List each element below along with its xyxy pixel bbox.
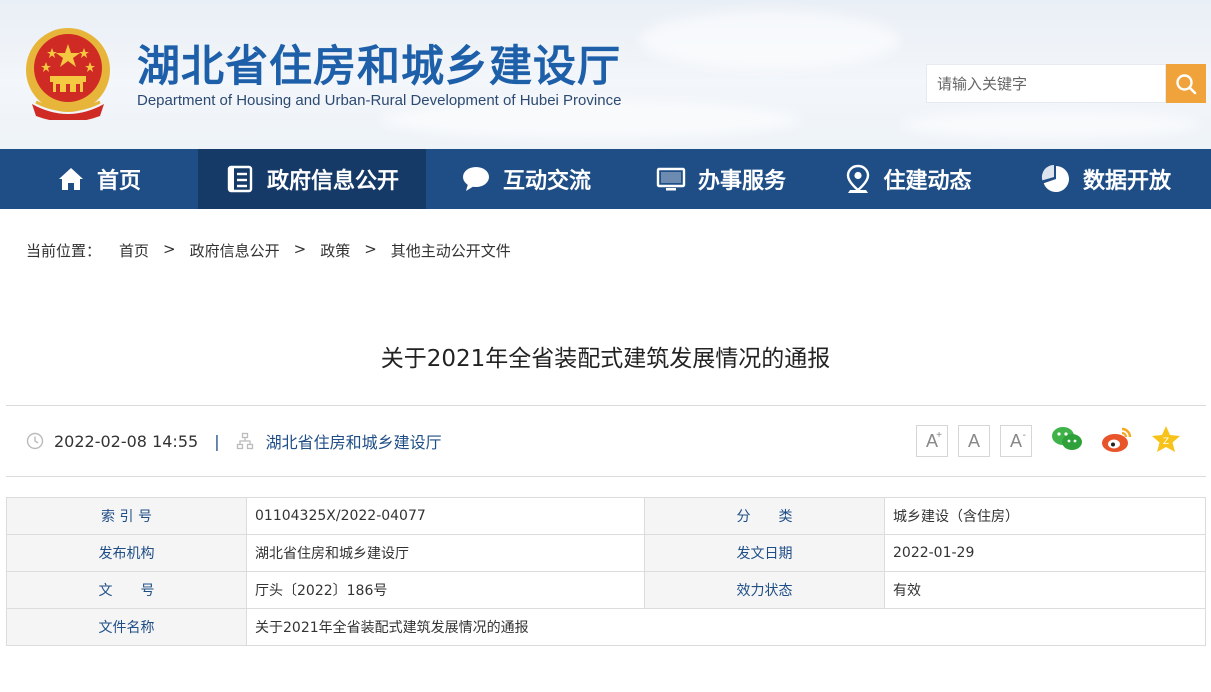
org-chart-icon: [236, 432, 253, 450]
font-normal-button[interactable]: A: [958, 425, 990, 457]
divider: [6, 476, 1206, 477]
favorite-button[interactable]: Z: [1150, 424, 1182, 454]
font-decrease-button[interactable]: A-: [1000, 425, 1032, 457]
monitor-icon: [656, 167, 686, 191]
svg-text:Z: Z: [1163, 437, 1169, 447]
wechat-icon: [1052, 427, 1082, 450]
background-cloud: [900, 110, 1200, 140]
table-value: 有效: [884, 571, 1206, 609]
nav-item-label: 首页: [96, 169, 141, 194]
table-row: 文件名称 关于2021年全省装配式建筑发展情况的通报: [6, 608, 1206, 646]
nav-item-news[interactable]: 住建动态: [816, 149, 1001, 209]
weibo-icon: [1102, 427, 1132, 452]
nav-item-label: 政府信息公开: [266, 169, 399, 194]
table-value: 湖北省住房和城乡建设厅: [246, 534, 645, 572]
table-value: 01104325X/2022-04077: [246, 497, 645, 535]
divider: [6, 405, 1206, 406]
breadcrumb-separator: >: [293, 240, 307, 258]
nav-item-label: 互动交流: [502, 169, 591, 194]
table-row: 索 引 号 01104325X/2022-04077 分 类 城乡建设（含住房）: [6, 497, 1206, 535]
table-value: 城乡建设（含住房）: [884, 497, 1206, 535]
weibo-share-button[interactable]: [1100, 424, 1134, 454]
table-label: 文 号: [6, 571, 247, 609]
nav-item-services[interactable]: 办事服务: [626, 149, 816, 209]
nav-item-interaction[interactable]: 互动交流: [426, 149, 626, 209]
table-label: 效力状态: [644, 571, 885, 609]
nav-item-label: 数据开放: [1082, 169, 1171, 194]
font-increase-button[interactable]: A +: [916, 425, 948, 457]
chat-bubble-icon: [462, 167, 489, 191]
table-row: 发布机构 湖北省住房和城乡建设厅 发文日期 2022-01-29: [6, 534, 1206, 572]
document-list-icon: [227, 165, 253, 193]
location-pin-icon: [847, 164, 870, 193]
site-subtitle: Department of Housing and Urban-Rural De…: [137, 92, 622, 109]
table-value: 关于2021年全省装配式建筑发展情况的通报: [246, 608, 1206, 646]
table-label: 索 引 号: [6, 497, 247, 535]
main-nav: 首页 政府信息公开 互动交流 办事服务 住建动态 数据开放: [0, 149, 1211, 209]
wechat-share-button[interactable]: [1050, 424, 1084, 454]
nav-item-label: 办事服务: [697, 169, 786, 194]
nav-item-open-data[interactable]: 数据开放: [1001, 149, 1211, 209]
publishing-org: 湖北省住房和城乡建设厅: [265, 433, 442, 452]
breadcrumb-prefix: 当前位置：: [26, 242, 102, 260]
breadcrumb-separator: >: [364, 240, 377, 258]
meta-separator: |: [214, 431, 220, 451]
search-button[interactable]: [1166, 64, 1206, 103]
breadcrumb-item-policy[interactable]: 政策: [320, 240, 350, 261]
document-info-table: 索 引 号 01104325X/2022-04077 分 类 城乡建设（含住房）…: [6, 497, 1206, 646]
article-title: 关于2021年全省装配式建筑发展情况的通报: [380, 346, 831, 372]
breadcrumb-item-other-files[interactable]: 其他主动公开文件: [391, 240, 511, 261]
publish-datetime: 2022-02-08 14:55: [54, 431, 199, 451]
national-emblem-icon: [26, 28, 110, 120]
table-row: 文 号 厅头〔2022〕186号 效力状态 有效: [6, 571, 1206, 609]
table-label: 分 类: [644, 497, 885, 535]
breadcrumb-item-home[interactable]: 首页: [119, 240, 149, 261]
table-label: 发布机构: [6, 534, 247, 572]
search-input[interactable]: [926, 64, 1166, 103]
article-meta: 2022-02-08 14:55 | 湖北省住房和城乡建设厅: [26, 428, 442, 454]
pie-chart-icon: [1041, 164, 1069, 192]
table-label: 文件名称: [6, 608, 247, 646]
table-label: 发文日期: [644, 534, 885, 572]
site-header: 湖北省住房和城乡建设厅 Department of Housing and Ur…: [0, 0, 1211, 149]
breadcrumb: 当前位置： 首页 > 政府信息公开 > 政策 > 其他主动公开文件: [26, 240, 511, 261]
breadcrumb-separator: >: [163, 240, 176, 258]
table-value: 2022-01-29: [884, 534, 1206, 572]
table-value: 厅头〔2022〕186号: [246, 571, 645, 609]
breadcrumb-item-gov-info[interactable]: 政府信息公开: [190, 240, 280, 261]
font-size-controls: A + A A-: [916, 425, 1032, 457]
nav-item-home[interactable]: 首页: [0, 149, 198, 209]
site-title: 湖北省住房和城乡建设厅: [137, 42, 621, 92]
share-bar: Z: [1050, 424, 1182, 454]
clock-icon: [26, 432, 44, 450]
nav-item-label: 住建动态: [883, 169, 972, 194]
home-icon: [58, 168, 83, 190]
star-icon: Z: [1152, 426, 1180, 452]
search-icon: [1176, 73, 1197, 94]
background-cloud: [640, 10, 900, 70]
nav-item-gov-info[interactable]: 政府信息公开: [198, 149, 426, 209]
